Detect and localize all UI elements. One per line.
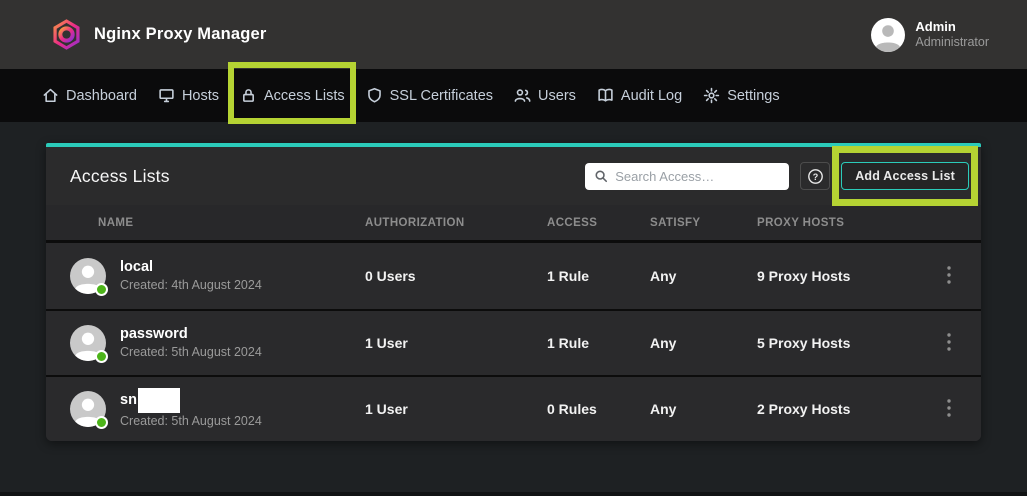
row-menu-button[interactable]	[939, 329, 959, 358]
row-avatar	[70, 325, 106, 361]
row-avatar	[70, 258, 106, 294]
nav-item-audit-log[interactable]: Audit Log	[597, 87, 682, 104]
row-menu-button[interactable]	[939, 395, 959, 424]
nav-label: Hosts	[182, 88, 219, 104]
user-menu[interactable]: Admin Administrator	[871, 18, 989, 52]
home-icon	[42, 87, 59, 104]
column-header-satisfy: SATISFY	[650, 217, 757, 229]
status-online-dot	[95, 350, 108, 363]
column-header-access: ACCESS	[547, 217, 650, 229]
access-list-created: Created: 4th August 2024	[120, 277, 262, 294]
app-window: Nginx Proxy Manager Admin Administrator …	[0, 0, 1027, 496]
cell-proxy-hosts: 9 Proxy Hosts	[757, 268, 917, 284]
bottom-edge	[0, 492, 1027, 496]
cell-access: 0 Rules	[547, 401, 650, 417]
cell-proxy-hosts: 5 Proxy Hosts	[757, 335, 917, 351]
nav-label: SSL Certificates	[390, 88, 493, 104]
svg-text:?: ?	[812, 171, 818, 181]
nav-item-ssl-certificates[interactable]: SSL Certificates	[366, 87, 493, 104]
nav-item-settings[interactable]: Settings	[703, 87, 779, 104]
table-header: NAME AUTHORIZATION ACCESS SATISFY PROXY …	[46, 205, 981, 243]
cell-satisfy: Any	[650, 268, 757, 284]
search-box	[585, 163, 789, 190]
app-logo	[52, 18, 81, 51]
user-name: Admin	[915, 19, 989, 35]
table-row[interactable]: local Created: 4th August 2024 0 Users 1…	[46, 243, 981, 309]
user-role: Administrator	[915, 35, 989, 50]
nav-item-dashboard[interactable]: Dashboard	[42, 87, 137, 104]
table-row[interactable]: sn Created: 5th August 2024 1 User 0 Rul…	[46, 375, 981, 441]
search-input[interactable]	[615, 169, 780, 184]
cell-authorization: 0 Users	[365, 268, 547, 284]
column-header-authorization: AUTHORIZATION	[365, 217, 547, 229]
kebab-menu-icon	[947, 399, 951, 417]
user-avatar	[871, 18, 905, 52]
book-icon	[597, 87, 614, 104]
panel-title: Access Lists	[70, 166, 170, 187]
help-button[interactable]: ?	[800, 162, 830, 190]
column-header-name: NAME	[70, 217, 365, 229]
app-title: Nginx Proxy Manager	[94, 25, 267, 44]
gear-icon	[703, 87, 720, 104]
users-icon	[514, 87, 531, 104]
access-list-name: password	[120, 325, 262, 344]
kebab-menu-icon	[947, 333, 951, 351]
nav-label: Audit Log	[621, 88, 682, 104]
row-menu-button[interactable]	[939, 262, 959, 291]
cell-satisfy: Any	[650, 335, 757, 351]
status-online-dot	[95, 283, 108, 296]
nav-label: Dashboard	[66, 88, 137, 104]
search-icon	[594, 169, 608, 183]
nav-label: Settings	[727, 88, 779, 104]
monitor-icon	[158, 87, 175, 104]
panel-header: Access Lists ? Add Access List	[46, 147, 981, 205]
cell-authorization: 1 User	[365, 401, 547, 417]
access-list-created: Created: 5th August 2024	[120, 413, 262, 430]
kebab-menu-icon	[947, 266, 951, 284]
redaction-box	[138, 388, 180, 413]
add-access-list-button[interactable]: Add Access List	[841, 162, 969, 190]
cell-access: 1 Rule	[547, 335, 650, 351]
main-nav: Dashboard Hosts Access Lists SSL Certifi…	[0, 69, 1027, 122]
nav-item-access-lists[interactable]: Access Lists	[240, 87, 345, 104]
table-row[interactable]: password Created: 5th August 2024 1 User…	[46, 309, 981, 375]
cell-satisfy: Any	[650, 401, 757, 417]
nav-item-users[interactable]: Users	[514, 87, 576, 104]
nav-label: Access Lists	[264, 88, 345, 104]
shield-icon	[366, 87, 383, 104]
status-online-dot	[95, 416, 108, 429]
column-header-proxy-hosts: PROXY HOSTS	[757, 217, 917, 229]
top-header: Nginx Proxy Manager Admin Administrator	[0, 0, 1027, 69]
access-list-created: Created: 5th August 2024	[120, 344, 262, 361]
nav-item-hosts[interactable]: Hosts	[158, 87, 219, 104]
cell-access: 1 Rule	[547, 268, 650, 284]
row-avatar	[70, 391, 106, 427]
access-list-name: local	[120, 258, 262, 277]
nav-label: Users	[538, 88, 576, 104]
access-lists-panel: Access Lists ? Add Access List	[46, 143, 981, 441]
question-circle-icon: ?	[807, 168, 824, 185]
lock-icon	[240, 87, 257, 104]
access-list-name: sn	[120, 388, 262, 413]
cell-proxy-hosts: 2 Proxy Hosts	[757, 401, 917, 417]
cell-authorization: 1 User	[365, 335, 547, 351]
